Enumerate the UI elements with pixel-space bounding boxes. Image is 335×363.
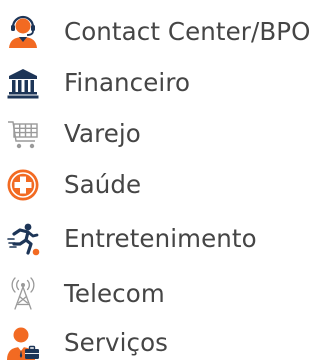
headset-operator-icon [6, 15, 40, 49]
menu-item-label: Financeiro [64, 67, 191, 97]
menu-item-label: Entretenimento [64, 223, 257, 253]
menu-item-contact-center[interactable]: Contact Center/BPO [0, 7, 335, 57]
bank-building-icon [6, 66, 40, 100]
menu-item-servicos[interactable]: Serviços [0, 318, 335, 363]
menu-item-saude[interactable]: Saúde [0, 160, 335, 210]
menu-item-label: Contact Center/BPO [64, 16, 311, 46]
menu-item-varejo[interactable]: Varejo [0, 109, 335, 159]
menu-item-label: Saúde [64, 169, 142, 199]
shopping-cart-icon [6, 117, 40, 151]
menu-item-financeiro[interactable]: Financeiro [0, 58, 335, 108]
menu-item-label: Varejo [64, 118, 141, 148]
menu-item-entretenimento[interactable]: Entretenimento [0, 214, 335, 264]
antenna-tower-icon [6, 277, 40, 311]
business-person-icon [6, 326, 40, 360]
running-person-icon [6, 222, 40, 256]
menu-item-label: Serviços [64, 327, 169, 357]
medical-cross-icon [6, 168, 40, 202]
menu-item-telecom[interactable]: Telecom [0, 269, 335, 319]
menu-item-label: Telecom [64, 278, 165, 308]
segments-menu: Contact Center/BPO Financeiro Varejo Saú… [0, 0, 335, 363]
